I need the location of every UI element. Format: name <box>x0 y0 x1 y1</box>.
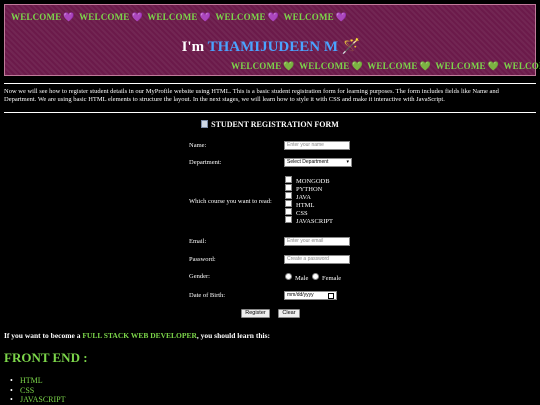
name-input[interactable]: Enter your name <box>284 141 350 150</box>
dob-label: Date of Birth: <box>189 292 226 299</box>
welcome-text: WELCOME <box>147 12 198 22</box>
checkbox-icon[interactable] <box>285 208 292 215</box>
welcome-marquee-bottom: WELCOME 💚 WELCOME 💚 WELCOME 💚 WELCOME 💚 WELC… <box>231 61 540 72</box>
course-label: Which course you want to read: <box>189 198 272 205</box>
gender-option-label: Male <box>295 275 309 282</box>
checkbox-icon[interactable] <box>285 216 292 223</box>
purple-heart-icon: 💜 <box>335 12 348 22</box>
calendar-icon[interactable] <box>328 293 334 299</box>
cta-highlight: FULL STACK WEB DEVELOPER <box>82 331 197 340</box>
welcome-marquee-top: WELCOME 💜 WELCOME 💜 WELCOME 💜 WELCOME 💜 WELC… <box>11 12 349 23</box>
course-checkbox[interactable]: JAVASCRIPT <box>285 216 333 225</box>
purple-heart-icon: 💜 <box>199 12 212 22</box>
department-selected-value: Select Department <box>287 159 329 165</box>
greeting-prefix: I'm <box>181 39 205 55</box>
purple-heart-icon: 💜 <box>63 12 75 22</box>
password-label: Password: <box>189 256 216 263</box>
welcome-text: WELCOME <box>215 12 266 22</box>
profile-name: THAMIJUDEEN M <box>207 39 338 55</box>
radio-icon[interactable] <box>285 273 292 280</box>
checkbox-icon[interactable] <box>285 176 292 183</box>
department-select[interactable]: Select Department ▾ <box>284 158 352 167</box>
welcome-text: WELCOME <box>283 12 334 22</box>
register-button[interactable]: Register <box>241 309 270 318</box>
welcome-text: WELCOME <box>231 61 282 71</box>
purple-heart-icon: 💜 <box>131 12 143 22</box>
gender-radio-female[interactable]: Female <box>312 273 341 282</box>
list-item: JAVASCRIPT <box>10 395 65 405</box>
checkbox-icon[interactable] <box>285 200 292 207</box>
welcome-text: WELCOME <box>435 61 486 71</box>
divider <box>4 112 536 113</box>
name-label: Name: <box>189 142 207 149</box>
green-heart-icon: 💚 <box>419 61 432 71</box>
magic-wand-icon: 🪄 <box>341 39 361 55</box>
form-title-text: STUDENT REGISTRATION FORM <box>211 120 339 129</box>
checkbox-icon[interactable] <box>285 192 292 199</box>
greeting-heading: I'm THAMIJUDEEN M 🪄 <box>5 37 537 56</box>
radio-icon[interactable] <box>312 273 319 280</box>
department-label: Department: <box>189 159 222 166</box>
green-heart-icon: 💚 <box>487 61 500 71</box>
list-item: CSS <box>10 386 66 396</box>
welcome-text: WELCOME <box>79 12 130 22</box>
welcome-text: WELCOME <box>367 61 418 71</box>
email-label: Email: <box>189 238 207 245</box>
gender-option-label: Female <box>322 275 342 282</box>
welcome-banner: WELCOME 💜 WELCOME 💜 WELCOME 💜 WELCOME 💜 WELC… <box>4 4 540 76</box>
cta-suffix: , you should learn this: <box>196 331 271 340</box>
chevron-down-icon: ▾ <box>346 159 349 165</box>
dob-placeholder: mm/dd/yyyy <box>287 292 314 298</box>
cta-prefix: If you want to become a <box>4 331 81 340</box>
course-option-label: JAVASCRIPT <box>296 218 333 225</box>
frontend-list: HTML CSS JAVASCRIPT <box>10 376 66 405</box>
list-item: HTML <box>10 376 66 386</box>
welcome-text: WELCOME <box>11 12 62 22</box>
gender-radio-male[interactable]: Male <box>285 273 308 282</box>
welcome-text: WELCOME <box>299 61 350 71</box>
dob-input[interactable]: mm/dd/yyyy <box>284 291 337 300</box>
welcome-text: WELCOME <box>503 61 540 71</box>
green-heart-icon: 💚 <box>283 61 295 71</box>
intro-paragraph: Now we will see how to register student … <box>4 88 499 103</box>
frontend-heading: FRONT END : <box>4 350 88 365</box>
email-input[interactable]: Enter your email <box>284 237 350 246</box>
gender-label: Gender: <box>189 273 210 280</box>
cta-text: If you want to become a FULL STACK WEB D… <box>4 331 270 340</box>
checkbox-icon[interactable] <box>285 184 292 191</box>
clear-button[interactable]: Clear <box>278 309 300 318</box>
divider <box>4 83 536 84</box>
green-heart-icon: 💚 <box>351 61 363 71</box>
clipboard-icon <box>201 120 209 128</box>
purple-heart-icon: 💜 <box>267 12 280 22</box>
form-title: STUDENT REGISTRATION FORM <box>0 120 540 129</box>
password-input[interactable]: Create a password <box>284 255 350 264</box>
